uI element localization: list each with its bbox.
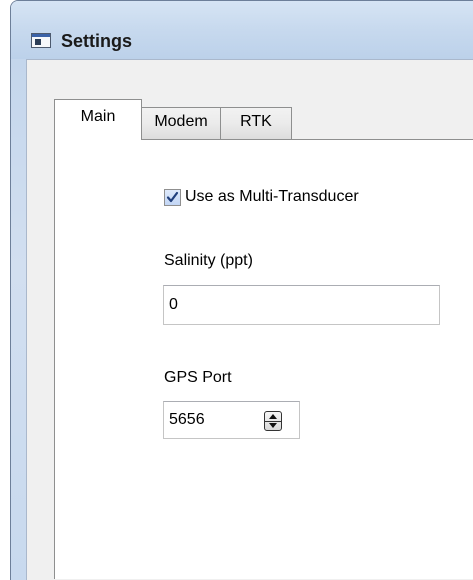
arrow-down-icon [269,423,277,428]
checkmark-icon [166,191,179,202]
spin-down-button[interactable] [265,421,281,430]
tab-main[interactable]: Main [54,99,142,140]
salinity-input[interactable] [163,285,440,325]
tab-modem[interactable]: Modem [141,107,221,139]
multi-transducer-checkbox[interactable] [164,188,181,206]
gps-port-spinbox[interactable] [163,401,300,439]
window-app-icon[interactable] [31,33,51,48]
gps-port-input[interactable] [164,402,265,438]
window-frame-left [11,59,26,580]
arrow-up-icon [269,414,277,419]
gps-port-label: GPS Port [164,369,232,386]
multi-transducer-option[interactable]: Use as Multi-Transducer [164,187,359,207]
main-tab-panel: Use as Multi-Transducer Salinity (ppt) G… [54,139,473,579]
multi-transducer-label: Use as Multi-Transducer [185,188,359,205]
salinity-label: Salinity (ppt) [164,252,253,269]
app-icon-cell [35,39,41,45]
title-bar[interactable]: Settings [11,1,473,59]
window-title: Settings [61,31,133,51]
tab-rtk[interactable]: RTK [220,107,292,139]
app-icon-titlebar-strip [32,34,50,37]
gps-port-spin-buttons[interactable] [264,411,282,431]
